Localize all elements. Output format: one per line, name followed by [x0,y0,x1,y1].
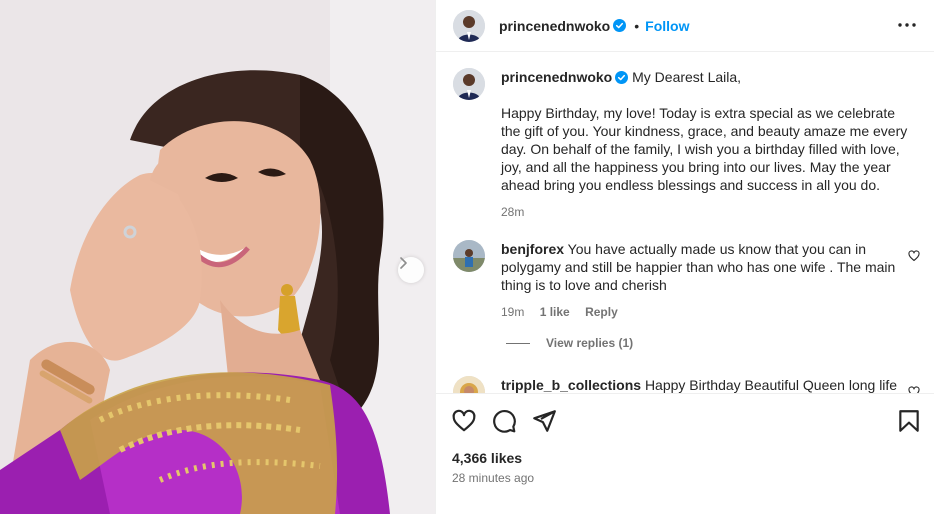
avatar-man-suit-image [453,9,485,42]
comment-text: benjforex You have actually made us know… [501,240,909,321]
commenter-avatar[interactable] [453,376,485,393]
verified-badge-icon [613,19,627,32]
view-replies-line [506,342,530,344]
follow-button[interactable]: Follow [645,18,689,34]
comment-reply-button[interactable]: Reply [585,305,618,319]
comment-username[interactable]: benjforex [501,241,564,257]
caption-body: Happy Birthday, my love! Today is extra … [501,105,908,193]
post-image [0,0,435,514]
more-horizontal-icon[interactable] [897,13,917,37]
caption-author-username[interactable]: princenednwoko [501,69,612,85]
verified-badge-icon [615,71,629,84]
likes-count[interactable]: 4,366 likes [452,450,522,466]
author-avatar[interactable] [453,9,485,42]
author-username[interactable]: princenednwoko [499,18,610,34]
like-heart-icon[interactable] [451,408,477,434]
save-bookmark-icon[interactable] [896,408,922,434]
caption-meta: 28m [501,203,909,221]
avatar-man-suit-image [453,68,485,100]
post-side-panel: princenednwoko • Follow princenednwoko M… [435,0,934,514]
comment-like-heart-icon[interactable] [908,386,920,393]
post-actions: 4,366 likes 28 minutes ago [436,393,934,515]
woman-portrait-illustration [0,0,435,514]
comments-list: princenednwoko My Dearest Laila, Happy B… [436,52,934,393]
avatar-photo-image [453,376,485,393]
comment-like-count[interactable]: 1 like [540,305,570,319]
comment-meta: 19m 1 like Reply [501,303,909,321]
comment-text: tripple_b_collections Happy Birthday Bea… [501,376,909,393]
separator-dot: • [634,17,640,34]
avatar-photo-image [453,240,485,272]
post-header: princenednwoko • Follow [436,0,934,52]
comment-like-heart-icon[interactable] [908,250,920,262]
caption-greeting: My Dearest Laila, [632,69,742,85]
post-timestamp[interactable]: 28 minutes ago [452,471,534,485]
comment-bubble-icon[interactable] [491,408,517,434]
comment-body: Happy Birthday Beautiful Queen long life [644,377,898,393]
carousel-next-button[interactable] [398,257,424,283]
comment-timestamp: 19m [501,305,525,319]
share-paper-plane-icon[interactable] [531,408,557,434]
caption-text: princenednwoko My Dearest Laila, Happy B… [501,68,909,221]
view-replies-button[interactable]: View replies (1) [506,336,633,350]
comment-username[interactable]: tripple_b_collections [501,377,641,393]
view-replies-label: View replies (1) [546,336,634,350]
chevron-right-icon [400,257,407,269]
caption-timestamp: 28m [501,205,525,219]
caption-author-avatar[interactable] [453,68,485,100]
commenter-avatar[interactable] [453,240,485,272]
